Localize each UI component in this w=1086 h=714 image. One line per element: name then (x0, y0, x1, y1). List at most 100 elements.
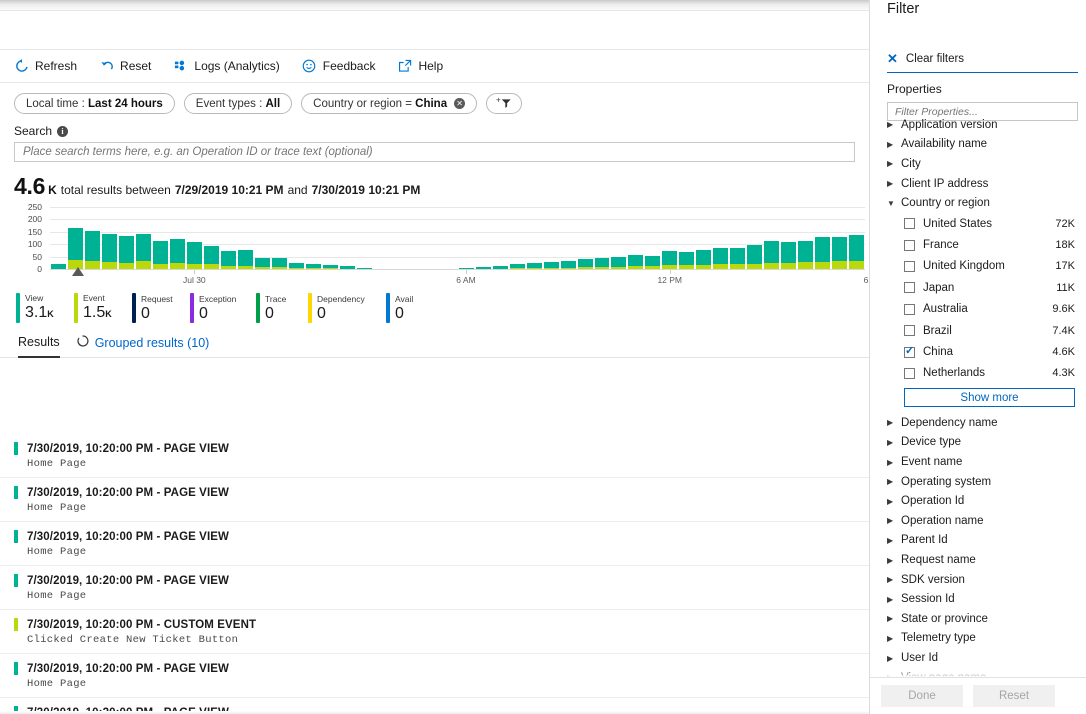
chart-bar[interactable] (339, 207, 356, 269)
chart-bar[interactable] (254, 207, 271, 269)
checkbox[interactable] (904, 347, 915, 358)
filter-value-united-kingdom[interactable]: United Kingdom17K (870, 256, 1086, 277)
chart-bar[interactable] (322, 207, 339, 269)
legend-item-avail[interactable]: Avail0 (386, 293, 426, 323)
tab-grouped-results-10[interactable]: Grouped results (10) (77, 335, 210, 357)
filter-pill-last-24-hours[interactable]: Local time : Last 24 hours (14, 93, 175, 114)
chart-bar[interactable] (152, 207, 169, 269)
search-input[interactable] (21, 145, 848, 159)
chart-bar[interactable] (627, 207, 644, 269)
chart-bar[interactable] (67, 207, 84, 269)
tab-results[interactable]: Results (18, 335, 60, 358)
chart-bar[interactable] (848, 207, 865, 269)
chart-bar[interactable] (50, 207, 67, 269)
reset-button[interactable]: Reset (973, 685, 1055, 707)
property-operation-id[interactable]: ▶Operation Id (870, 491, 1086, 511)
result-row[interactable]: 7/30/2019, 10:20:00 PM - PAGE VIEWHome P… (0, 654, 869, 698)
chart-bar[interactable] (763, 207, 780, 269)
chart-bar[interactable] (135, 207, 152, 269)
chart-bar[interactable] (780, 207, 797, 269)
checkbox[interactable] (904, 240, 915, 251)
chart-bar[interactable] (237, 207, 254, 269)
property-event-name[interactable]: ▶Event name (870, 452, 1086, 472)
chart-bar[interactable] (186, 207, 203, 269)
chart-bar[interactable] (169, 207, 186, 269)
checkbox[interactable] (904, 261, 915, 272)
chart-bar[interactable] (661, 207, 678, 269)
chart-bar[interactable] (101, 207, 118, 269)
filter-value-china[interactable]: China4.6K (870, 341, 1086, 362)
chart-bar[interactable] (475, 207, 492, 269)
chart-bar[interactable] (84, 207, 101, 269)
result-row[interactable]: 7/30/2019, 10:20:00 PM - PAGE VIEWHome P… (0, 478, 869, 522)
command-reset[interactable]: Reset (99, 59, 151, 74)
info-icon[interactable]: i (57, 126, 68, 137)
chart-bar[interactable] (610, 207, 627, 269)
chart-bar[interactable] (305, 207, 322, 269)
chart-bar[interactable] (543, 207, 560, 269)
results-list[interactable]: 7/30/2019, 10:20:00 PM - PAGE VIEWHome P… (0, 434, 869, 714)
chart-bar[interactable] (695, 207, 712, 269)
property-application-version[interactable]: ▶Application version (870, 115, 1086, 135)
property-state-or-province[interactable]: ▶State or province (870, 609, 1086, 629)
chart-bar[interactable] (203, 207, 220, 269)
property-dependency-name[interactable]: ▶Dependency name (870, 413, 1086, 433)
legend-item-request[interactable]: Request0 (132, 293, 190, 323)
done-button[interactable]: Done (881, 685, 963, 707)
property-operating-system[interactable]: ▶Operating system (870, 472, 1086, 492)
checkbox[interactable] (904, 282, 915, 293)
property-parent-id[interactable]: ▶Parent Id (870, 531, 1086, 551)
search-box[interactable] (14, 142, 855, 162)
property-device-type[interactable]: ▶Device type (870, 433, 1086, 453)
chart-bar[interactable] (831, 207, 848, 269)
command-refresh[interactable]: Refresh (14, 59, 77, 74)
property-city[interactable]: ▶City (870, 154, 1086, 174)
chart-bar[interactable] (373, 207, 390, 269)
legend-item-view[interactable]: View3.1K (16, 293, 74, 323)
result-row[interactable]: 7/30/2019, 10:20:00 PM - PAGE VIEWHome P… (0, 566, 869, 610)
filter-value-australia[interactable]: Australia9.6K (870, 299, 1086, 320)
filter-value-netherlands[interactable]: Netherlands4.3K (870, 363, 1086, 384)
show-more-button[interactable]: Show more (904, 388, 1075, 407)
chart-bar[interactable] (271, 207, 288, 269)
checkbox[interactable] (904, 325, 915, 336)
filter-pill-all[interactable]: Event types : All (184, 93, 292, 114)
property-session-id[interactable]: ▶Session Id (870, 589, 1086, 609)
checkbox[interactable] (904, 218, 915, 229)
property-sdk-version[interactable]: ▶SDK version (870, 570, 1086, 590)
result-row[interactable]: 7/30/2019, 10:20:00 PM - CUSTOM EVENTCli… (0, 610, 869, 654)
chart-bar[interactable] (492, 207, 509, 269)
chart-bar[interactable] (526, 207, 543, 269)
chart-bar[interactable] (644, 207, 661, 269)
property-list[interactable]: ▶Application version▶Availability name▶C… (870, 115, 1086, 677)
chart-bar[interactable] (712, 207, 729, 269)
property-availability-name[interactable]: ▶Availability name (870, 135, 1086, 155)
chart-bar[interactable] (458, 207, 475, 269)
chart-bar[interactable] (729, 207, 746, 269)
property-operation-name[interactable]: ▶Operation name (870, 511, 1086, 531)
result-row[interactable]: 7/30/2019, 10:20:00 PM - PAGE VIEWHome P… (0, 434, 869, 478)
command-feedback[interactable]: Feedback (302, 59, 376, 74)
chart-bar[interactable] (594, 207, 611, 269)
result-row[interactable]: 7/30/2019, 10:20:00 PM - PAGE VIEWHome P… (0, 522, 869, 566)
property-telemetry-type[interactable]: ▶Telemetry type (870, 629, 1086, 649)
chart-bar[interactable] (678, 207, 695, 269)
chart-bar[interactable] (220, 207, 237, 269)
clear-filters-button[interactable]: ✕ Clear filters (870, 53, 1086, 72)
property-request-name[interactable]: ▶Request name (870, 550, 1086, 570)
chart-bar[interactable] (390, 207, 407, 269)
telemetry-timeline-chart[interactable]: 050100150200250 Jul 306 AM12 PM6 PM (0, 207, 869, 287)
chart-bar[interactable] (814, 207, 831, 269)
filter-value-japan[interactable]: Japan11K (870, 277, 1086, 298)
chart-bar[interactable] (797, 207, 814, 269)
legend-item-event[interactable]: Event1.5K (74, 293, 132, 323)
filter-value-france[interactable]: France18K (870, 234, 1086, 255)
legend-item-exception[interactable]: Exception0 (190, 293, 256, 323)
chart-bar[interactable] (407, 207, 424, 269)
command-help[interactable]: Help (397, 59, 443, 74)
chart-bar[interactable] (509, 207, 526, 269)
checkbox[interactable] (904, 368, 915, 379)
chart-time-marker[interactable] (72, 267, 84, 276)
chart-bar[interactable] (560, 207, 577, 269)
legend-item-trace[interactable]: Trace0 (256, 293, 308, 323)
